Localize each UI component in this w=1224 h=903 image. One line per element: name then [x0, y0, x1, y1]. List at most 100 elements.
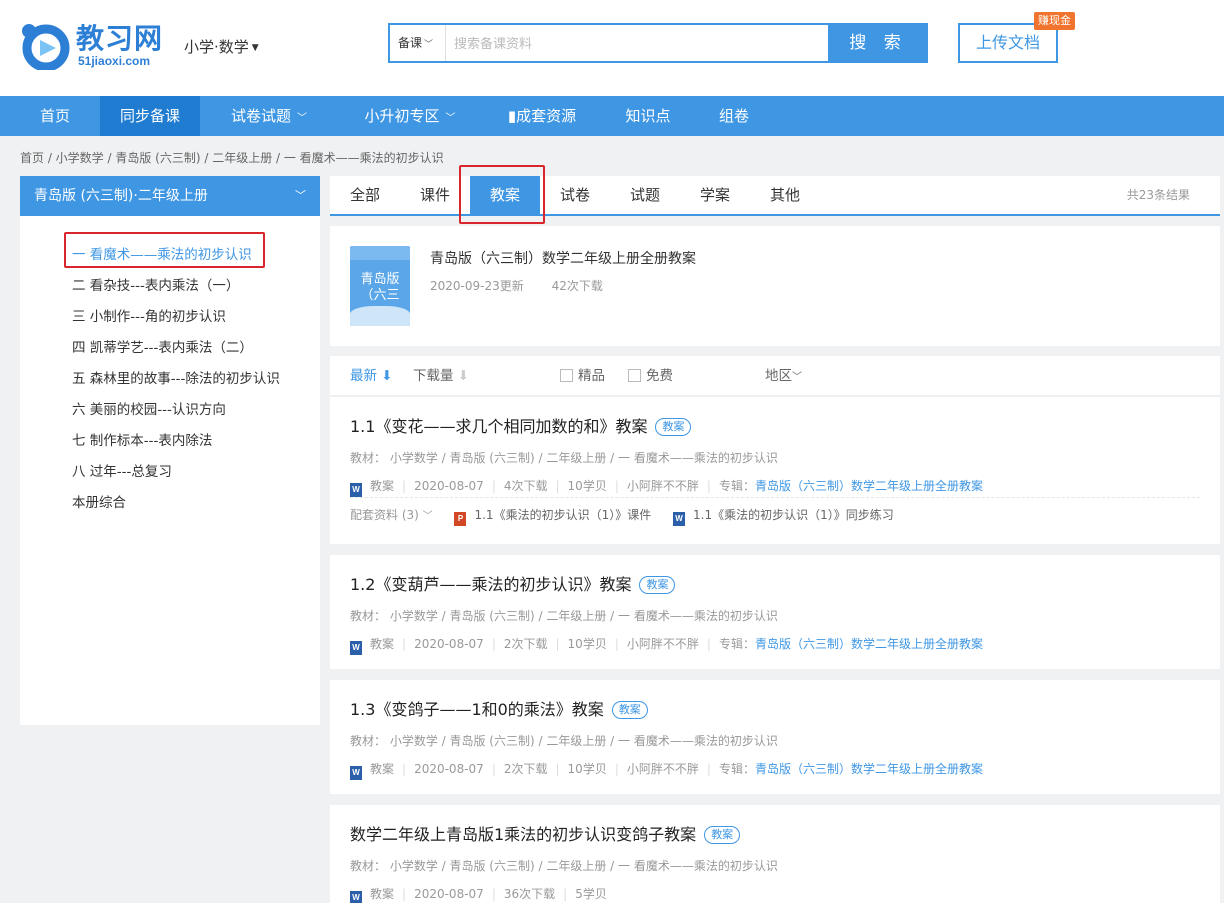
chapter-item[interactable]: 五 森林里的故事---除法的初步认识: [72, 367, 280, 387]
checkbox[interactable]: [560, 369, 573, 382]
result-card: 1.1《变花——求几个相同加数的和》教案 教案 教材： 小学数学 / 青岛版 (六…: [330, 397, 1220, 544]
grade-subject-select[interactable]: 小学·数学 ▼: [184, 36, 259, 57]
result-points: 10学贝: [567, 479, 607, 493]
type-tag[interactable]: 教案: [655, 418, 692, 436]
sort-latest-label: 最新: [350, 368, 377, 384]
result-title[interactable]: 1.3《变鸽子——1和0的乘法》教案 教案: [350, 696, 648, 720]
result-downloads: 2次下载: [503, 762, 548, 776]
arrow-down-icon: ⬇: [381, 368, 393, 384]
album-title[interactable]: 青岛版（六三制）数学二年级上册全册教案: [430, 248, 696, 268]
result-title[interactable]: 1.1《变花——求几个相同加数的和》教案 教案: [350, 413, 692, 437]
result-type: 教案: [370, 637, 395, 651]
chapter-item[interactable]: 本册综合: [72, 491, 126, 511]
result-downloads: 2次下载: [503, 637, 548, 651]
chapter-item[interactable]: 八 过年---总复习: [72, 460, 172, 480]
separator: |: [555, 762, 560, 776]
tab-other[interactable]: 其他: [750, 176, 820, 214]
result-title[interactable]: 数学二年级上青岛版1乘法的初步认识变鸽子教案 教案: [350, 821, 741, 845]
separator: |: [706, 637, 711, 651]
tab-lesson-plan[interactable]: 教案: [470, 176, 540, 214]
separator: |: [402, 479, 407, 493]
search-type-label: 备课: [398, 36, 423, 50]
result-meta: W 教案 | 2020-08-07 | 2次下载 | 10学贝 | 小阿胖不不胖 | 专辑：青岛版（六…: [350, 760, 983, 780]
nav-sync-prep[interactable]: 同步备课: [100, 96, 200, 136]
result-date: 2020-08-07: [414, 887, 484, 901]
filter-region[interactable]: 地区﹀: [765, 356, 802, 398]
sort-latest[interactable]: 最新 ⬇: [350, 356, 393, 396]
tab-questions[interactable]: 试题: [610, 176, 680, 214]
chevron-down-icon: ﹀: [424, 40, 434, 50]
album-link[interactable]: 青岛版（六三制）数学二年级上册全册教案: [755, 762, 983, 776]
tab-all[interactable]: 全部: [330, 176, 400, 214]
result-author[interactable]: 小阿胖不不胖: [627, 637, 699, 651]
nav-knowledge[interactable]: 知识点: [612, 96, 684, 136]
result-date: 2020-08-07: [414, 762, 484, 776]
album-link[interactable]: 青岛版（六三制）数学二年级上册全册教案: [755, 479, 983, 493]
search-button[interactable]: 搜 索: [828, 23, 928, 63]
album-card: 青岛版（六三 青岛版（六三制）数学二年级上册全册教案 2020-09-23更新 …: [330, 226, 1220, 346]
filter-premium-label: 精品: [578, 368, 605, 384]
word-doc-icon: W: [673, 512, 686, 526]
tab-study-guide[interactable]: 学案: [680, 176, 750, 214]
result-type: 教案: [370, 762, 395, 776]
chevron-down-icon: ﹀: [422, 511, 433, 522]
search-input[interactable]: [454, 25, 824, 61]
site-header: 教习网 51jiaoxi.com 小学·数学▼ 备课﹀ 搜 索 上传文档 赚现金: [0, 0, 1224, 96]
nav-exams[interactable]: 试卷试题 ﹀: [214, 96, 324, 136]
nav-bundles[interactable]: ▮成套资源: [494, 96, 590, 136]
chevron-down-icon: ﹀: [297, 113, 307, 124]
filter-free[interactable]: 免费: [628, 356, 673, 396]
result-title-text: 1.2《变葫芦——乘法的初步认识》教案: [350, 575, 632, 594]
separator: |: [491, 637, 496, 651]
result-path: 教材： 小学数学 / 青岛版 (六三制) / 二年级上册 / 一 看魔术——乘法…: [350, 451, 778, 465]
textbook-title: 青岛版 (六三制)·二年级上册: [34, 188, 208, 204]
nav-home[interactable]: 首页: [20, 96, 90, 136]
separator: |: [555, 479, 560, 493]
tab-exam-paper[interactable]: 试卷: [540, 176, 610, 214]
result-path: 教材： 小学数学 / 青岛版 (六三制) / 二年级上册 / 一 看魔术——乘法…: [350, 609, 778, 623]
result-title-text: 数学二年级上青岛版1乘法的初步认识变鸽子教案: [350, 825, 697, 844]
earn-cash-badge: 赚现金: [1034, 12, 1075, 30]
related-item[interactable]: P 1.1《乘法的初步认识（1）》课件: [454, 508, 651, 526]
album-cover-image[interactable]: 青岛版（六三: [350, 246, 410, 326]
album-link[interactable]: 青岛版（六三制）数学二年级上册全册教案: [755, 637, 983, 651]
chapter-item[interactable]: 三 小制作---角的初步认识: [72, 305, 226, 325]
filter-free-label: 免费: [646, 368, 673, 384]
separator: |: [614, 762, 619, 776]
textbook-select[interactable]: 青岛版 (六三制)·二年级上册 ﹀: [20, 176, 320, 216]
chapter-item[interactable]: 六 美丽的校园---认识方向: [72, 398, 226, 418]
chapter-item[interactable]: 一 看魔术——乘法的初步认识: [72, 243, 252, 263]
result-title[interactable]: 1.2《变葫芦——乘法的初步认识》教案 教案: [350, 571, 676, 595]
related-item[interactable]: W 1.1《乘法的初步认识（1）》同步练习: [673, 508, 894, 526]
related-toggle[interactable]: 配套资料 (3) ﹀: [350, 508, 433, 522]
tab-courseware[interactable]: 课件: [400, 176, 470, 214]
result-date: 2020-08-07: [414, 479, 484, 493]
result-author[interactable]: 小阿胖不不胖: [627, 479, 699, 493]
word-doc-icon: W: [350, 483, 362, 497]
separator: |: [402, 887, 407, 901]
separator: |: [614, 479, 619, 493]
chapter-item[interactable]: 七 制作标本---表内除法: [72, 429, 212, 449]
main-nav: 首页 同步备课 试卷试题 ﹀ 小升初专区 ﹀ ▮成套资源 知识点 组卷: [0, 96, 1224, 136]
chapter-item[interactable]: 四 凯蒂学艺---表内乘法（二）: [72, 336, 253, 356]
separator: |: [563, 887, 568, 901]
nav-compose-paper[interactable]: 组卷: [704, 96, 764, 136]
result-downloads: 36次下载: [503, 887, 556, 901]
checkbox[interactable]: [628, 369, 641, 382]
nav-junior-entry[interactable]: 小升初专区 ﹀: [350, 96, 470, 136]
sort-downloads[interactable]: 下载量 ⬇: [413, 356, 469, 396]
result-author[interactable]: 小阿胖不不胖: [627, 762, 699, 776]
search-type-select[interactable]: 备课 ﹀: [390, 25, 446, 61]
related-item-title: 1.1《乘法的初步认识（1）》同步练习: [693, 508, 894, 522]
filter-premium[interactable]: 精品: [560, 356, 605, 396]
type-tag[interactable]: 教案: [704, 826, 741, 844]
type-tag[interactable]: 教案: [611, 701, 648, 719]
separator: |: [706, 479, 711, 493]
chapter-item[interactable]: 二 看杂技---表内乘法（一）: [72, 274, 239, 294]
related-label: 配套资料 (3): [350, 508, 419, 522]
type-tag[interactable]: 教案: [639, 576, 676, 594]
album-updated: 2020-09-23更新: [430, 279, 524, 293]
breadcrumb[interactable]: 首页 / 小学数学 / 青岛版 (六三制) / 二年级上册 / 一 看魔术——乘…: [20, 149, 444, 166]
separator: |: [402, 762, 407, 776]
site-logo[interactable]: 教习网 51jiaoxi.com: [20, 22, 165, 72]
